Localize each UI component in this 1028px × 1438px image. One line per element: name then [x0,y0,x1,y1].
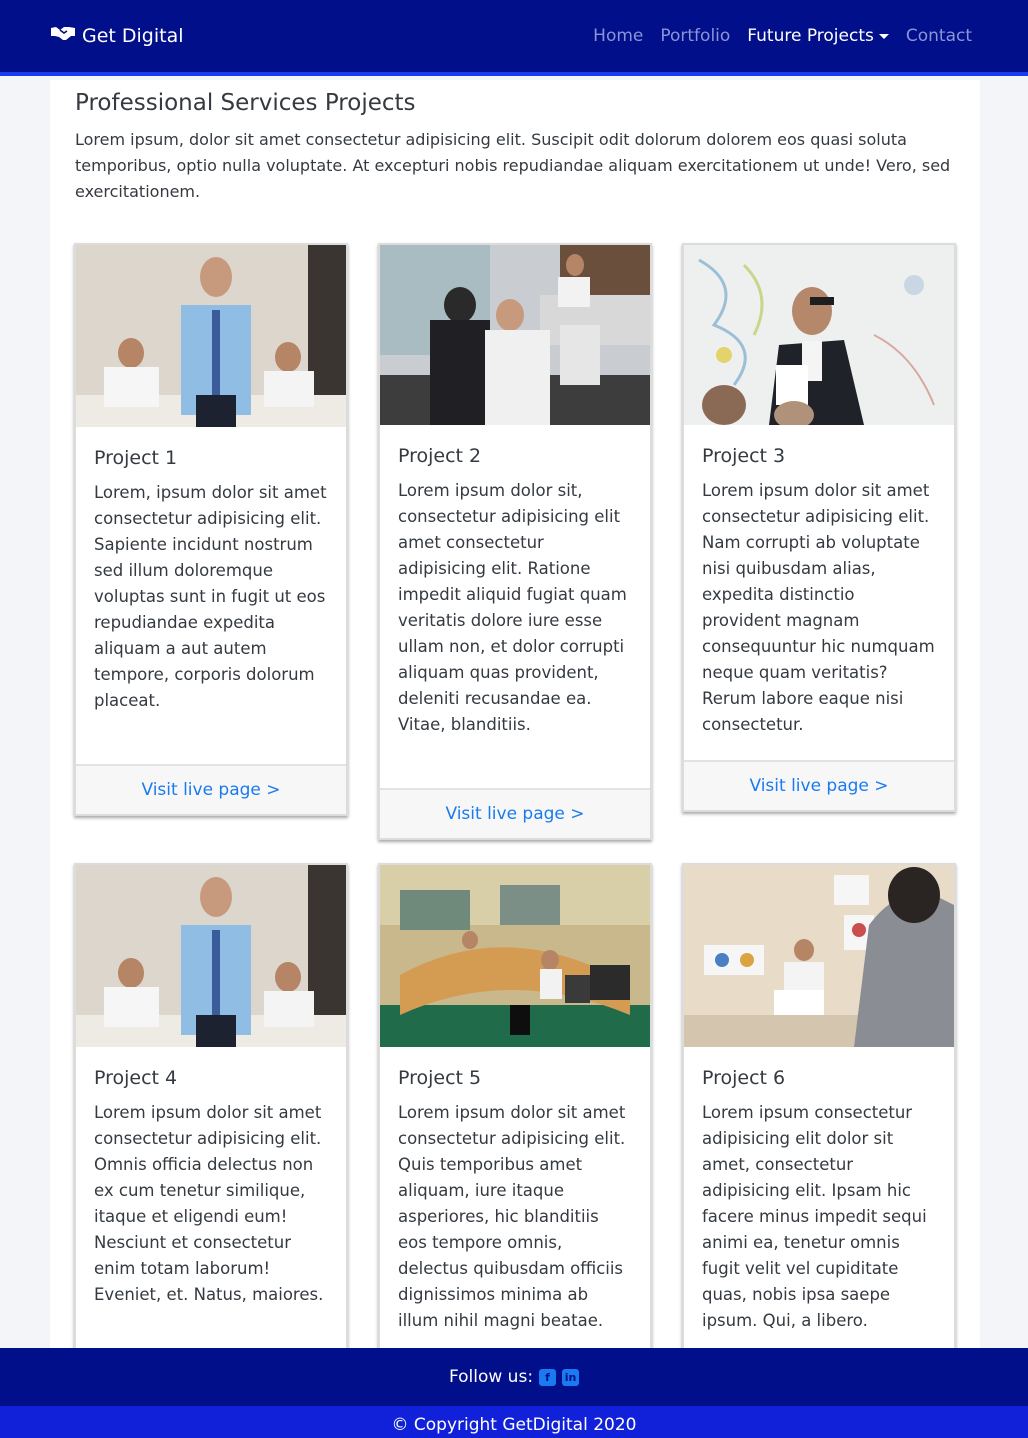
project-card-2: Project 2 Lorem ipsum dolor sit, consect… [378,243,652,840]
project-5-title: Project 5 [398,1067,482,1089]
project-2-image [380,245,650,425]
project-1-footer: Visit live page > [76,764,346,814]
follow-label: Follow us: [448,1367,534,1387]
project-2-footer: Visit live page > [380,788,650,838]
project-2-visit-link[interactable]: Visit live page > [445,804,584,824]
project-4-text: Lorem ipsum dolor sit amet consectetur a… [94,1103,324,1304]
caret-down-icon [878,33,889,39]
brand-link[interactable]: Get Digital [50,24,184,47]
nav-future-projects-label: Future Projects [747,26,874,46]
project-2-text: Lorem ipsum dolor sit, consectetur adipi… [398,481,627,734]
project-1-title: Project 1 [94,447,178,469]
project-3-title: Project 3 [702,445,786,467]
project-4-image [76,865,346,1047]
brand-name: Get Digital [82,24,184,47]
nav-portfolio[interactable]: Portfolio [660,26,730,46]
nav-home[interactable]: Home [593,26,643,46]
project-3-visit-link[interactable]: Visit live page > [749,776,888,796]
project-card-1: Project 1 Lorem, ipsum dolor sit amet co… [74,243,348,816]
project-card-3: Project 3 Lorem ipsum dolor sit amet con… [682,243,956,812]
footer-follow: Follow us: f in [0,1348,1028,1406]
main-container: Professional Services Projects Lorem ips… [50,80,980,1350]
nav-future-projects-dropdown[interactable]: Future Projects [747,26,889,46]
project-1-text: Lorem, ipsum dolor sit amet consectetur … [94,483,327,710]
facebook-icon[interactable]: f [539,1368,557,1386]
project-6-image [684,865,954,1047]
page-title: Professional Services Projects [75,90,416,116]
project-card-5: Project 5 Lorem ipsum dolor sit amet con… [378,863,652,1350]
project-card-6: Project 6 Lorem ipsum consectetur adipis… [682,863,956,1350]
project-1-visit-link[interactable]: Visit live page > [141,780,280,800]
project-5-text: Lorem ipsum dolor sit amet consectetur a… [398,1103,626,1330]
nav-links: Home Portfolio Future Projects Contact [593,26,972,46]
project-2-title: Project 2 [398,445,482,467]
project-card-4: Project 4 Lorem ipsum dolor sit amet con… [74,863,348,1350]
footer-copyright: © Copyright GetDigital 2020 [0,1406,1028,1438]
project-5-image [380,865,650,1047]
page-intro: Lorem ipsum, dolor sit amet consectetur … [75,130,951,201]
handshake-icon [50,24,76,47]
nav-contact[interactable]: Contact [906,26,972,46]
project-3-text: Lorem ipsum dolor sit amet consectetur a… [702,481,935,734]
project-6-text: Lorem ipsum consectetur adipisicing elit… [702,1103,927,1330]
project-6-title: Project 6 [702,1067,786,1089]
project-4-title: Project 4 [94,1067,178,1089]
linkedin-icon[interactable]: in [562,1368,580,1386]
project-1-image [76,245,346,427]
navbar: Get Digital Home Portfolio Future Projec… [0,0,1028,76]
project-3-footer: Visit live page > [684,760,954,810]
project-3-image [684,245,954,425]
